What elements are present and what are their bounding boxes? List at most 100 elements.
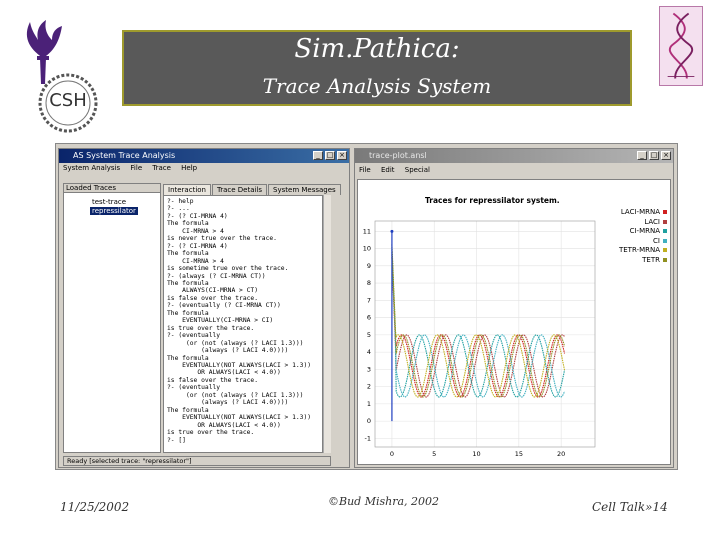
console-line: ?- (always (? CI-MRNA CT)) — [167, 272, 266, 280]
interaction-console[interactable]: ?- help ?- ... ?- (? CI-MRNA 4) The formula… — [163, 195, 323, 453]
legend-entry: TETR-MRNA — [607, 246, 667, 256]
series-line-laci — [391, 254, 565, 398]
console-line: EVENTUALLY(NOT ALWAYS(LACI > 1.3)) — [167, 361, 312, 369]
trace-window-tabs: Interaction Trace Details System Messages — [163, 184, 342, 195]
console-line: CI-MRNA > 4 — [167, 227, 224, 235]
console-line: (or (not (always (? LACI 1.3))) — [167, 339, 304, 347]
console-line: EVENTUALLY(CI-MRNA > CI) — [167, 317, 274, 325]
slide-subtitle: Trace Analysis System — [262, 74, 492, 98]
console-line: ALWAYS(CI-MRNA > CT) — [167, 287, 258, 295]
console-line: (or (not (always (? LACI 1.3))) — [167, 391, 304, 399]
console-line: The formula — [167, 406, 209, 414]
menu-system-analysis[interactable]: System Analysis — [63, 164, 120, 172]
menu-special[interactable]: Special — [405, 166, 430, 174]
console-line: ?- (eventually — [167, 332, 221, 340]
footer-date: 11/25/2002 — [60, 500, 130, 514]
legend-swatch — [663, 257, 667, 262]
footer-slide-number: Cell Talk»14 — [592, 500, 668, 514]
console-line: ?- (eventually (? CI-MRNA CT)) — [167, 302, 281, 310]
legend-label: LACI-MRNA — [620, 208, 660, 216]
y-tick-label: 9 — [367, 262, 371, 270]
y-tick-label: 1 — [367, 400, 371, 408]
y-tick-label: 3 — [367, 365, 371, 373]
minimize-button[interactable]: _ — [313, 151, 323, 160]
y-tick-label: 6 — [367, 314, 371, 322]
console-line: ?- (? CI-MRNA 4) — [167, 242, 228, 250]
series-line-laci-mrna — [391, 257, 566, 398]
console-line: The formula — [167, 250, 209, 258]
dna-helix-logo — [659, 6, 703, 86]
tab-trace-details[interactable]: Trace Details — [211, 184, 268, 195]
console-line: is false over the trace. — [167, 376, 258, 384]
console-line: The formula — [167, 354, 209, 362]
trace-window-titlebar[interactable]: AS System Trace Analysis — [59, 149, 349, 163]
legend-entry: CI-MRNA — [607, 227, 667, 237]
plot-window-menubar: File Edit Special — [355, 165, 673, 176]
legend-entry: LACI — [607, 218, 667, 228]
menu-edit[interactable]: Edit — [381, 166, 395, 174]
console-line: ?- ... — [167, 205, 190, 213]
console-line: is true over the trace. — [167, 324, 255, 332]
maximize-button[interactable]: □ — [325, 151, 335, 160]
y-tick-label: -1 — [365, 434, 371, 442]
loaded-traces-label: Loaded Traces — [64, 184, 160, 193]
trace-item-test-trace[interactable]: test-trace — [90, 198, 128, 206]
plot-minimize-button[interactable]: _ — [637, 151, 647, 160]
legend-label: LACI — [644, 217, 660, 226]
trace-plot-window: trace-plot.ansl _ □ × File Edit Special … — [354, 148, 674, 468]
legend-label: TETR — [642, 255, 660, 264]
legend-swatch — [663, 219, 667, 224]
y-tick-label: 7 — [367, 296, 371, 304]
menu-help[interactable]: Help — [181, 164, 197, 172]
y-tick-label: 0 — [367, 417, 371, 425]
legend-swatch — [663, 248, 667, 253]
trace-item-repressilator[interactable]: repressilator — [90, 207, 138, 215]
console-line: is never true over the trace. — [167, 235, 277, 243]
slide-title: Sim.Pathica: — [294, 34, 460, 64]
console-line: is false over the trace. — [167, 294, 258, 302]
console-line: OR ALWAYS(LACI < 4.0)) — [167, 421, 281, 429]
console-line: The formula — [167, 279, 209, 287]
plot-close-button[interactable]: × — [661, 151, 671, 160]
console-line: ?- (? CI-MRNA 4) — [167, 212, 228, 220]
close-button[interactable]: × — [337, 151, 347, 160]
application-screenshot: AS System Trace Analysis _ □ × System An… — [55, 143, 678, 470]
title-banner: Sim.Pathica: Trace Analysis System — [122, 30, 632, 106]
console-line: EVENTUALLY(NOT ALWAYS(LACI > 1.3)) — [167, 414, 312, 422]
menu-trace[interactable]: Trace — [152, 164, 171, 172]
legend-entry: CI — [607, 237, 667, 247]
console-line: CI-MRNA > 4 — [167, 257, 224, 265]
x-tick-label: 20 — [557, 450, 565, 458]
legend-label: CI — [653, 236, 660, 245]
series-line-tetr-mrna — [391, 246, 566, 398]
x-tick-label: 10 — [472, 450, 480, 458]
plot-maximize-button[interactable]: □ — [649, 151, 659, 160]
console-line: is true over the trace. — [167, 429, 255, 437]
csh-logo-text: CSH — [49, 90, 87, 111]
y-tick-label: 10 — [363, 245, 371, 253]
console-line: The formula — [167, 220, 209, 228]
initial-spike-point — [390, 229, 394, 233]
console-line: (always (? LACI 4.0)))) — [167, 399, 289, 407]
console-scrollbar[interactable] — [323, 195, 331, 453]
legend-swatch — [663, 229, 667, 234]
console-line: OR ALWAYS(LACI < 4.0)) — [167, 369, 281, 377]
y-tick-label: 11 — [363, 227, 371, 235]
plot-border — [374, 220, 596, 448]
series-line-ci-mrna — [391, 252, 566, 398]
legend-entry: LACI-MRNA — [607, 208, 667, 218]
y-tick-label: 8 — [367, 279, 371, 287]
y-tick-label: 4 — [367, 348, 371, 356]
console-line: (always (? LACI 4.0)))) — [167, 347, 289, 355]
tab-interaction[interactable]: Interaction — [163, 184, 211, 195]
legend-label: TETR-MRNA — [618, 246, 660, 255]
menu-file[interactable]: File — [359, 166, 371, 174]
tab-system-messages[interactable]: System Messages — [268, 184, 341, 195]
console-line: ?- (eventually — [167, 384, 221, 392]
plot-window-titlebar[interactable]: trace-plot.ansl — [355, 149, 673, 163]
legend-swatch — [663, 210, 667, 214]
plot-legend: LACI-MRNA LACI CI-MRNA CI TETR-MRNA TETR — [607, 208, 667, 266]
x-tick-label: 5 — [432, 450, 436, 458]
menu-file[interactable]: File — [130, 164, 142, 172]
trace-window-menubar: System Analysis File Trace Help — [59, 163, 349, 174]
